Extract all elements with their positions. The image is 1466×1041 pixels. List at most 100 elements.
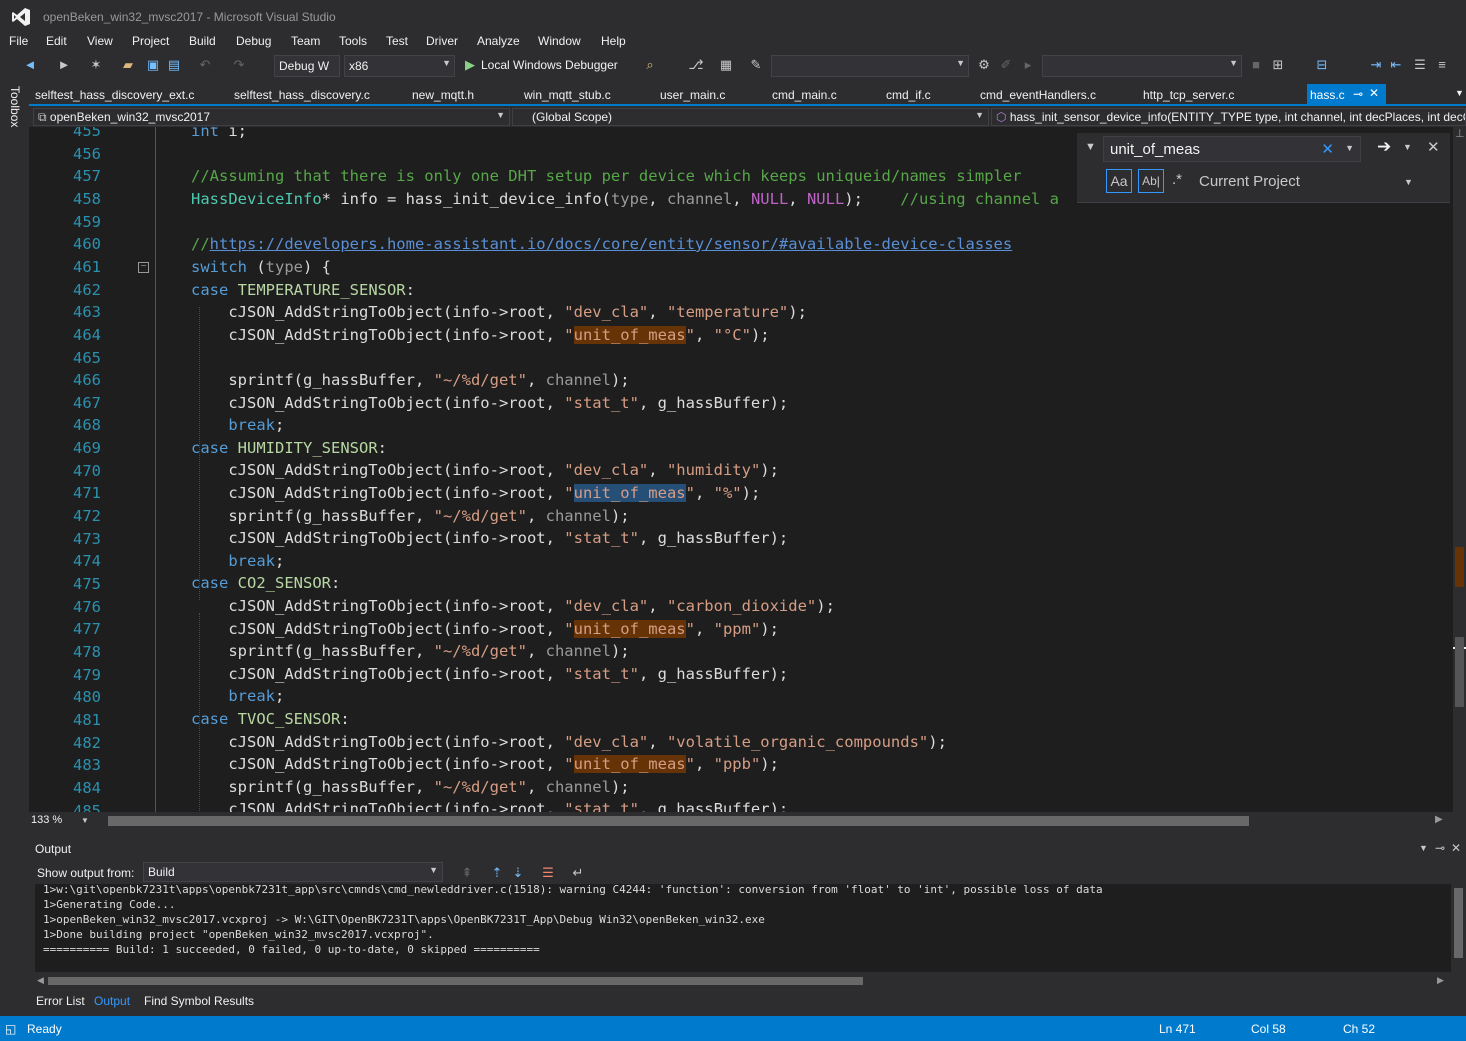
pin-icon[interactable]: ⊸	[1435, 841, 1445, 855]
previous-message-icon[interactable]: ⇡	[489, 865, 505, 881]
find-options-chevron-icon[interactable]: ▼	[1403, 142, 1412, 152]
close-find-icon[interactable]: ✕	[1427, 138, 1440, 156]
tab-cmd-event-handlers[interactable]: cmd_eventHandlers.c	[980, 88, 1096, 102]
redo-icon[interactable]: ↷	[231, 57, 247, 73]
toolbox-tab[interactable]: Toolbox	[8, 86, 22, 136]
clear-search-icon[interactable]: ✕	[1321, 140, 1334, 158]
collapse-icon[interactable]: −	[138, 262, 149, 273]
run-icon[interactable]: ▸	[1020, 57, 1036, 73]
solution-platform-dropdown[interactable]: x86 ▼	[344, 55, 455, 77]
toggle-replace-chevron-icon[interactable]: ▼	[1085, 141, 1096, 153]
zoom-level-dropdown[interactable]: 133 %	[31, 814, 62, 829]
menu-build[interactable]: Build	[189, 34, 216, 48]
zoom-chevron-down-icon[interactable]: ▼	[81, 816, 89, 825]
scope-chevron-down-icon[interactable]: ▼	[1404, 177, 1413, 187]
close-icon[interactable]: ✕	[1369, 86, 1379, 100]
process-combo[interactable]: ▼	[1042, 55, 1242, 77]
start-debugger-button[interactable]: Local Windows Debugger	[481, 58, 618, 72]
open-file-icon[interactable]: ▰	[120, 57, 136, 73]
comment-icon[interactable]: ▦	[718, 57, 734, 73]
tab-selftest-hass-discovery-ext[interactable]: selftest_hass_discovery_ext.c	[35, 88, 194, 102]
tab-output[interactable]: Output	[94, 994, 130, 1008]
word-wrap-icon[interactable]: ↵	[570, 865, 586, 881]
find-input[interactable]: unit_of_meas ✕ ▼	[1103, 136, 1361, 162]
tab-find-symbol-results[interactable]: Find Symbol Results	[144, 994, 254, 1008]
scrollbar-thumb[interactable]	[48, 977, 863, 985]
find-combo[interactable]: ▼	[771, 55, 969, 77]
tab-cmd-if[interactable]: cmd_if.c	[886, 88, 931, 102]
bookmark-icon[interactable]: ⊟	[1314, 57, 1330, 73]
line-number: 467	[73, 393, 101, 412]
window-position-chevron-icon[interactable]: ▼	[1419, 843, 1428, 853]
member-dropdown[interactable]: ⬡ hass_init_sensor_device_info(ENTITY_TY…	[991, 108, 1466, 126]
find-message-icon[interactable]: ⇞	[459, 865, 475, 881]
tab-user-main[interactable]: user_main.c	[660, 88, 725, 102]
solution-icon[interactable]: ⊞	[1270, 57, 1286, 73]
scrollbar-thumb[interactable]	[1454, 888, 1463, 958]
line-number: 484	[73, 778, 101, 797]
save-all-icon[interactable]: ▤	[166, 57, 182, 73]
tab-selftest-hass-discovery[interactable]: selftest_hass_discovery.c	[234, 88, 370, 102]
menu-analyze[interactable]: Analyze	[477, 34, 520, 48]
menu-file[interactable]: File	[9, 34, 28, 48]
output-source-dropdown[interactable]: Build ▼	[143, 862, 443, 882]
scrollbar-thumb[interactable]	[1455, 637, 1464, 707]
find-scope-dropdown[interactable]: Current Project	[1199, 173, 1300, 190]
edit-icon[interactable]: ✐	[998, 57, 1014, 73]
tab-new-mqtt[interactable]: new_mqtt.h	[412, 88, 474, 102]
outdent-icon[interactable]: ⇤	[1388, 57, 1404, 73]
scroll-left-icon[interactable]: ◀	[37, 975, 44, 986]
attach-process-icon[interactable]: ⚙	[976, 57, 992, 73]
tab-http-tcp-server[interactable]: http_tcp_server.c	[1143, 88, 1234, 102]
menu-edit[interactable]: Edit	[46, 34, 67, 48]
solution-configuration-dropdown[interactable]: Debug W	[274, 55, 340, 77]
format-icon[interactable]: ✎	[748, 57, 764, 73]
undo-icon[interactable]: ↶	[197, 57, 213, 73]
menu-project[interactable]: Project	[132, 34, 169, 48]
tab-error-list[interactable]: Error List	[36, 994, 85, 1008]
scroll-right-icon[interactable]: ▶	[1435, 814, 1443, 825]
stop-icon[interactable]: ■	[1248, 57, 1264, 73]
pin-icon[interactable]: ⊸	[1353, 87, 1363, 101]
menu-window[interactable]: Window	[538, 34, 581, 48]
git-branch-icon[interactable]: ⎇	[688, 57, 704, 73]
menu-driver[interactable]: Driver	[426, 34, 458, 48]
menu-test[interactable]: Test	[386, 34, 408, 48]
split-icon[interactable]: ⊥	[1455, 127, 1465, 140]
regex-icon[interactable]: .*	[1172, 171, 1182, 188]
output-text-area[interactable]: 1>w:\git\openbk7231t\apps\openbk7231t_ap…	[35, 884, 1451, 972]
menu-team[interactable]: Team	[291, 34, 320, 48]
save-icon[interactable]: ▣	[145, 57, 161, 73]
uncomment-icon[interactable]: ≡	[1434, 57, 1450, 73]
whole-word-toggle[interactable]: Ab|	[1138, 169, 1164, 193]
scroll-right-icon[interactable]: ▶	[1437, 975, 1444, 986]
menu-tools[interactable]: Tools	[339, 34, 367, 48]
indent-icon[interactable]: ⇥	[1368, 57, 1384, 73]
code-editor[interactable]: 455 456 457 458 459 460 461 462 463 464 465 466 467 4…	[29, 127, 1453, 812]
navigate-back-icon[interactable]: ◄	[22, 57, 38, 73]
tab-cmd-main[interactable]: cmd_main.c	[772, 88, 837, 102]
output-vertical-scrollbar[interactable]	[1451, 884, 1466, 972]
next-message-icon[interactable]: ⇣	[510, 865, 526, 881]
menu-view[interactable]: View	[87, 34, 113, 48]
scope-dropdown[interactable]: (Global Scope) ▼	[512, 108, 989, 126]
find-next-icon[interactable]: ➔	[1377, 137, 1391, 157]
menu-help[interactable]: Help	[601, 34, 626, 48]
close-icon[interactable]: ✕	[1451, 841, 1461, 855]
project-dropdown[interactable]: ⧉ openBeken_win32_mvsc2017 ▼	[33, 108, 510, 126]
editor-vertical-scrollbar[interactable]: ⊥	[1453, 127, 1466, 812]
tab-win-mqtt-stub[interactable]: win_mqtt_stub.c	[524, 88, 611, 102]
start-debugging-icon[interactable]: ▶	[462, 57, 478, 73]
list-icon[interactable]: ☰	[1412, 57, 1428, 73]
tab-overflow-chevron-down-icon[interactable]: ▼	[1455, 88, 1464, 98]
menu-debug[interactable]: Debug	[236, 34, 271, 48]
match-case-toggle[interactable]: Aa	[1106, 169, 1132, 193]
find-in-files-icon[interactable]: ⌕	[642, 57, 658, 73]
tab-hass-c[interactable]: hass.c ⊸ ✕	[1307, 84, 1386, 105]
search-history-chevron-icon[interactable]: ▼	[1345, 143, 1354, 153]
horizontal-scrollbar-thumb[interactable]	[108, 816, 1249, 826]
output-horizontal-scrollbar[interactable]: ◀ ▶	[35, 973, 1451, 989]
navigate-forward-icon[interactable]: ►	[56, 57, 72, 73]
new-project-icon[interactable]: ✶	[88, 57, 104, 73]
clear-all-icon[interactable]: ☰	[540, 865, 556, 881]
